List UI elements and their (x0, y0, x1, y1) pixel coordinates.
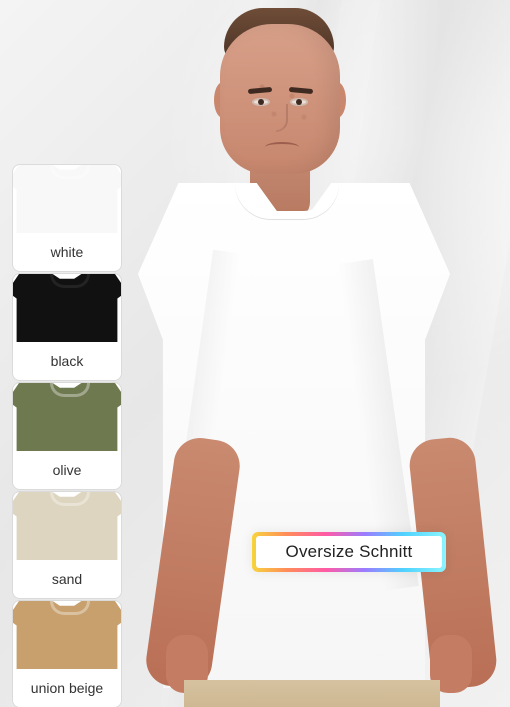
swatch-label-white: white (13, 233, 121, 271)
color-swatch-list: white black olive sand union beige (13, 165, 121, 707)
swatch-label-black: black (13, 342, 121, 380)
swatch-image-sand (13, 492, 121, 560)
model-mouth (265, 142, 299, 152)
swatch-image-olive (13, 383, 121, 451)
swatch-image-union-beige (13, 601, 121, 669)
swatch-label-union-beige: union beige (13, 669, 121, 707)
swatch-black[interactable]: black (13, 274, 121, 380)
swatch-image-black (13, 274, 121, 342)
model-eye-left (252, 98, 270, 106)
feature-callout-text: Oversize Schnitt (256, 536, 442, 568)
feature-callout: Oversize Schnitt (252, 532, 446, 572)
swatch-olive[interactable]: olive (13, 383, 121, 489)
swatch-white[interactable]: white (13, 165, 121, 271)
swatch-label-sand: sand (13, 560, 121, 598)
model-trousers (184, 680, 440, 707)
swatch-union-beige[interactable]: union beige (13, 601, 121, 707)
model-eye-right (290, 98, 308, 106)
swatch-sand[interactable]: sand (13, 492, 121, 598)
swatch-image-white (13, 165, 121, 233)
swatch-label-olive: olive (13, 451, 121, 489)
